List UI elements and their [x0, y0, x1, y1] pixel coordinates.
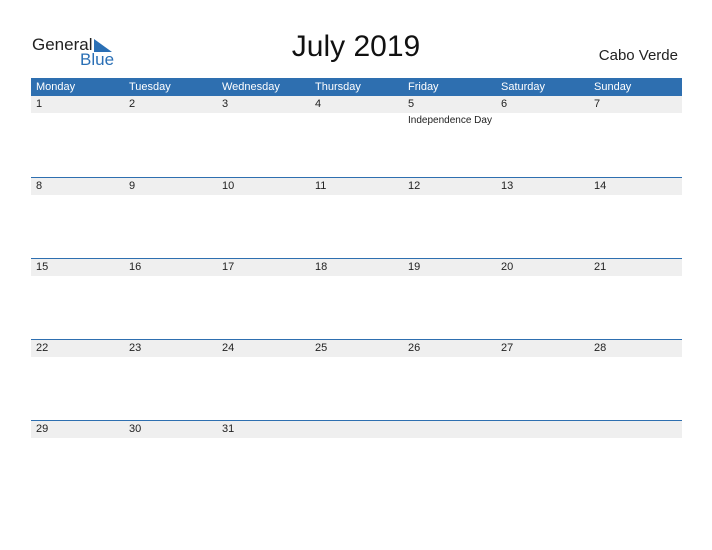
day-cell [403, 421, 496, 501]
day-cell: 14 [589, 178, 682, 258]
day-cell: 30 [124, 421, 217, 501]
week-row: 8 9 10 11 12 13 14 [31, 177, 682, 258]
day-number: 23 [124, 340, 217, 357]
day-cell: 16 [124, 259, 217, 339]
week-row: 1 2 3 4 5 Independence Day 6 7 [31, 96, 682, 177]
day-number [403, 421, 496, 438]
day-cell: 25 [310, 340, 403, 420]
day-number: 30 [124, 421, 217, 438]
day-number: 26 [403, 340, 496, 357]
day-number: 1 [31, 96, 124, 113]
weekday-tuesday: Tuesday [129, 81, 171, 93]
day-cell: 7 [589, 96, 682, 177]
day-number: 4 [310, 96, 403, 113]
weekday-header: Monday Tuesday Wednesday Thursday Friday… [31, 78, 682, 96]
day-number: 8 [31, 178, 124, 195]
day-cell: 9 [124, 178, 217, 258]
day-cell: 5 Independence Day [403, 96, 496, 177]
day-number: 31 [217, 421, 310, 438]
week-row: 29 30 31 [31, 420, 682, 501]
day-cell: 2 [124, 96, 217, 177]
day-number: 20 [496, 259, 589, 276]
day-number: 9 [124, 178, 217, 195]
day-cell: 20 [496, 259, 589, 339]
holiday-event: Independence Day [408, 115, 492, 126]
weekday-monday: Monday [36, 81, 76, 93]
day-number: 16 [124, 259, 217, 276]
day-number: 27 [496, 340, 589, 357]
day-cell: 6 [496, 96, 589, 177]
day-cell: 11 [310, 178, 403, 258]
day-cell: 23 [124, 340, 217, 420]
day-cell: 24 [217, 340, 310, 420]
weekday-thursday: Thursday [315, 81, 361, 93]
day-cell: 8 [31, 178, 124, 258]
day-cell: 12 [403, 178, 496, 258]
day-cell: 4 [310, 96, 403, 177]
day-number: 28 [589, 340, 682, 357]
day-cell: 28 [589, 340, 682, 420]
day-cell: 22 [31, 340, 124, 420]
day-cell: 17 [217, 259, 310, 339]
day-cell [496, 421, 589, 501]
day-number [496, 421, 589, 438]
day-number: 22 [31, 340, 124, 357]
day-number: 24 [217, 340, 310, 357]
day-number: 12 [403, 178, 496, 195]
week-row: 15 16 17 18 19 20 21 [31, 258, 682, 339]
country-label: Cabo Verde [598, 47, 678, 64]
day-number: 2 [124, 96, 217, 113]
day-number: 19 [403, 259, 496, 276]
calendar-grid: Monday Tuesday Wednesday Thursday Friday… [31, 78, 682, 501]
day-number: 3 [217, 96, 310, 113]
day-number [310, 421, 403, 438]
day-number: 15 [31, 259, 124, 276]
day-number: 6 [496, 96, 589, 113]
day-number [589, 421, 682, 438]
day-cell: 27 [496, 340, 589, 420]
weekday-friday: Friday [408, 81, 439, 93]
day-number: 14 [589, 178, 682, 195]
day-cell: 18 [310, 259, 403, 339]
day-cell: 26 [403, 340, 496, 420]
day-number: 10 [217, 178, 310, 195]
day-number: 21 [589, 259, 682, 276]
day-cell: 21 [589, 259, 682, 339]
day-cell: 15 [31, 259, 124, 339]
weekday-saturday: Saturday [501, 81, 546, 93]
day-number: 13 [496, 178, 589, 195]
day-cell: 29 [31, 421, 124, 501]
day-cell: 10 [217, 178, 310, 258]
day-cell: 19 [403, 259, 496, 339]
day-cell: 13 [496, 178, 589, 258]
day-number: 5 [403, 96, 496, 113]
day-number: 11 [310, 178, 403, 195]
day-number: 18 [310, 259, 403, 276]
day-number: 29 [31, 421, 124, 438]
day-number: 7 [589, 96, 682, 113]
day-number: 25 [310, 340, 403, 357]
weekday-wednesday: Wednesday [222, 81, 280, 93]
day-cell: 3 [217, 96, 310, 177]
day-number: 17 [217, 259, 310, 276]
day-cell: 1 [31, 96, 124, 177]
day-cell: 31 [217, 421, 310, 501]
week-row: 22 23 24 25 26 27 28 [31, 339, 682, 420]
weekday-sunday: Sunday [594, 81, 632, 93]
day-cell [589, 421, 682, 501]
day-cell [310, 421, 403, 501]
